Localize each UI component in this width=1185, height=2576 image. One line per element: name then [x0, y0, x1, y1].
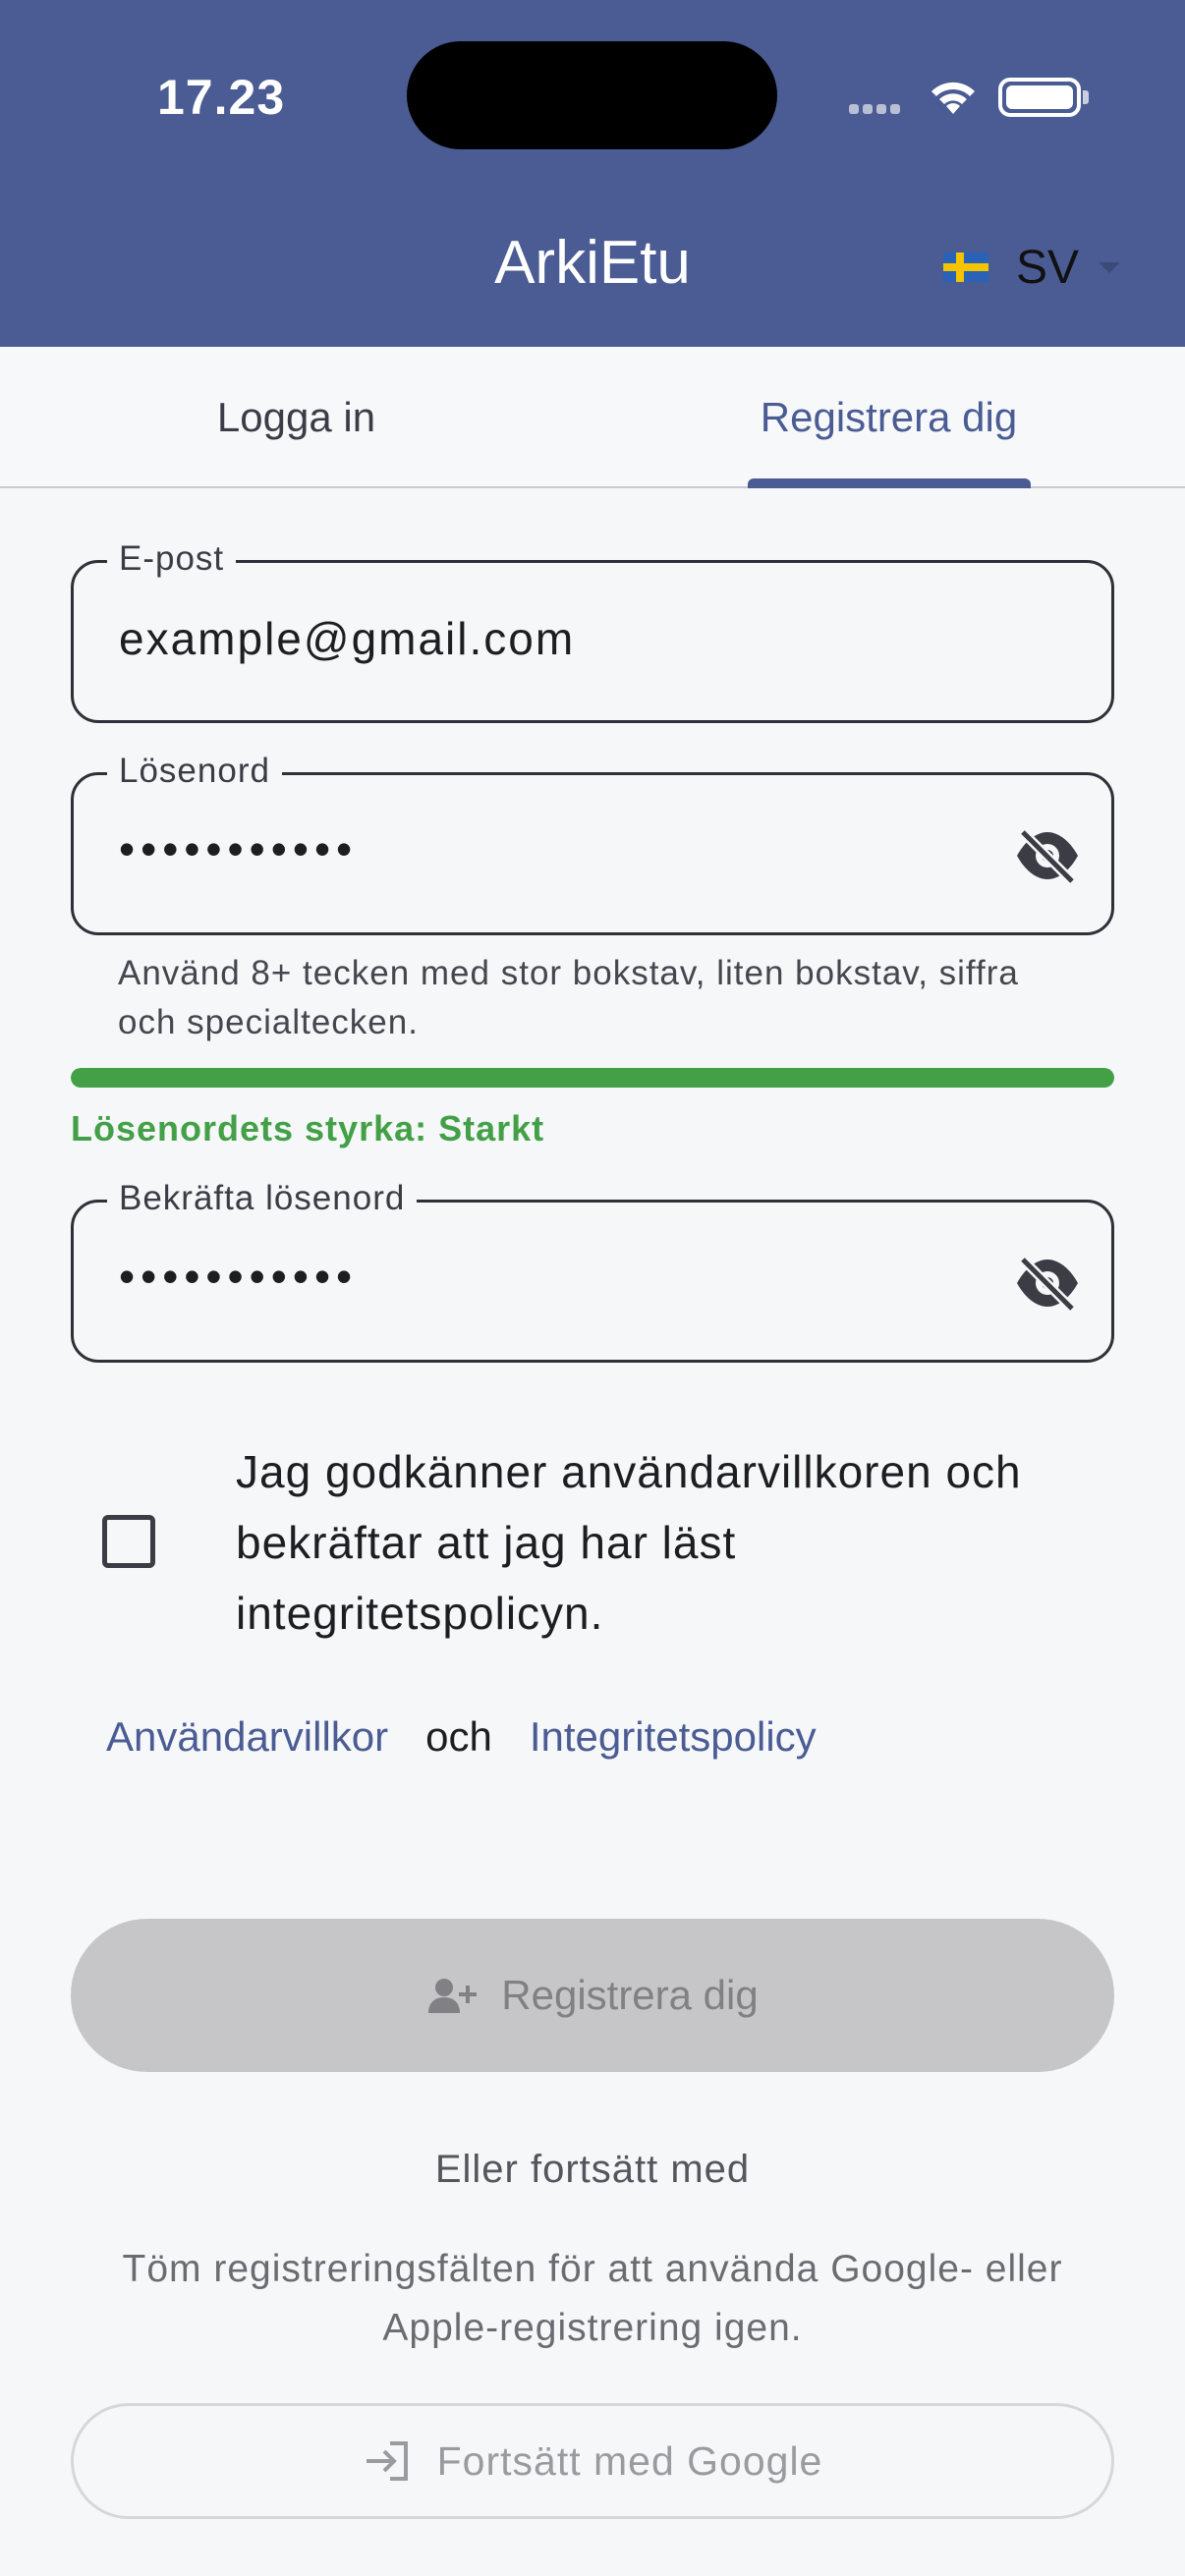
caret-down-icon	[1099, 261, 1121, 273]
sweden-flag-icon	[943, 252, 988, 282]
cellular-signal-icon	[849, 104, 908, 114]
status-time: 17.23	[157, 70, 286, 125]
visibility-off-icon[interactable]	[1013, 826, 1082, 885]
language-selector[interactable]: SV	[943, 238, 1121, 297]
tab-indicator	[748, 478, 1031, 488]
email-input[interactable]: example@gmail.com	[119, 612, 575, 665]
links-separator: och	[425, 1713, 492, 1760]
legal-links: Användarvillkor och Integritetspolicy	[106, 1713, 817, 1761]
auth-tabs: Logga in Registrera dig	[0, 347, 1185, 488]
privacy-link[interactable]: Integritetspolicy	[530, 1713, 817, 1761]
wifi-icon	[931, 82, 975, 114]
terms-link[interactable]: Användarvillkor	[106, 1713, 388, 1761]
email-label: E-post	[107, 539, 237, 579]
email-field[interactable]: E-post example@gmail.com	[71, 539, 1114, 723]
tab-login[interactable]: Logga in	[0, 347, 592, 488]
password-label: Lösenord	[107, 752, 282, 791]
confirm-password-field[interactable]: Bekräfta lösenord •••••••••••	[71, 1179, 1114, 1363]
password-strength-fill	[71, 1068, 1114, 1088]
battery-tip	[1083, 90, 1089, 104]
password-hint: Använd 8+ tecken med stor bokstav, liten…	[118, 954, 1019, 1041]
confirm-password-label: Bekräfta lösenord	[107, 1179, 418, 1218]
google-signin-button[interactable]: Fortsätt med Google	[71, 2403, 1114, 2519]
dynamic-island	[407, 41, 777, 149]
consent-text: Jag godkänner användarvillkoren och bekr…	[236, 1446, 1022, 1639]
language-code: SV	[1016, 241, 1080, 294]
register-button[interactable]: Registrera dig	[71, 1919, 1114, 2072]
app-header: 17.23 ArkiEtu SV	[0, 0, 1185, 347]
visibility-off-icon[interactable]	[1013, 1254, 1082, 1313]
google-button-label: Fortsätt med Google	[436, 2437, 823, 2484]
tab-register[interactable]: Registrera dig	[592, 347, 1185, 488]
password-strength-bar	[71, 1068, 1114, 1088]
password-field[interactable]: Lösenord •••••••••••	[71, 752, 1114, 935]
login-arrow-icon	[366, 2441, 408, 2481]
consent-checkbox[interactable]	[102, 1515, 155, 1568]
clear-fields-hint: Töm registreringsfälten för att använda …	[122, 2248, 1063, 2349]
person-add-icon	[428, 1979, 478, 2013]
or-continue-text: Eller fortsätt med	[434, 2148, 751, 2191]
battery-icon	[998, 78, 1081, 117]
password-strength-text: Lösenordets styrka: Starkt	[71, 1108, 545, 1148]
confirm-password-input[interactable]: •••••••••••	[119, 1250, 358, 1303]
password-input[interactable]: •••••••••••	[119, 822, 358, 875]
register-button-label: Registrera dig	[501, 1972, 759, 2018]
